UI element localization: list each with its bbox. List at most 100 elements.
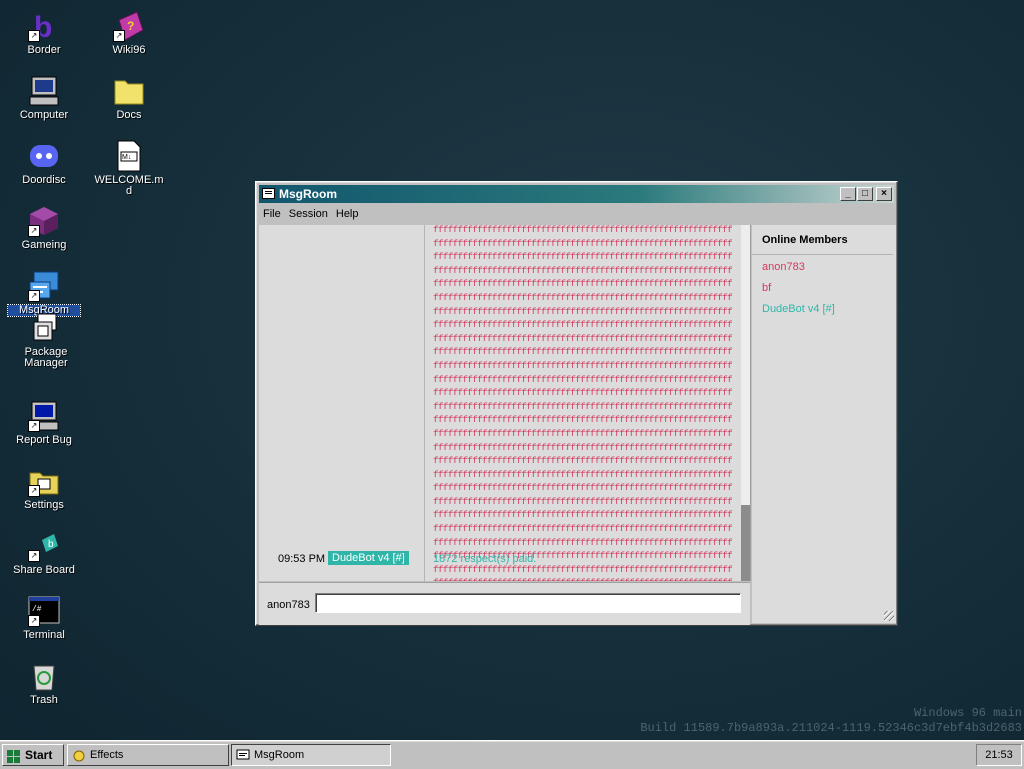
desktop-icon-docs[interactable]: Docs bbox=[93, 75, 165, 121]
desktop-icon-label: Border bbox=[27, 44, 61, 56]
window-controls: _ □ × bbox=[839, 187, 892, 201]
members-panel: Online Members anon783 bf DudeBot v4 [#] bbox=[752, 225, 896, 623]
menu-session[interactable]: Session bbox=[285, 208, 332, 220]
shortcut-arrow-icon: ↗ bbox=[28, 225, 40, 237]
taskbar-item-label: Effects bbox=[90, 749, 124, 761]
markdown-file-icon: M↓ bbox=[113, 140, 145, 172]
message-scrollbar[interactable] bbox=[741, 225, 750, 581]
shortcut-arrow-icon: ↗ bbox=[28, 550, 40, 562]
chat-window-icon bbox=[262, 188, 275, 199]
terminal-icon: /# ↗ bbox=[28, 595, 60, 627]
desktop-icon-share-board[interactable]: b ↗ Share Board bbox=[8, 530, 80, 576]
resize-grip[interactable] bbox=[884, 611, 894, 621]
msgroom-icon: ↗ bbox=[28, 270, 60, 302]
settings-folder-icon: ↗ bbox=[28, 465, 60, 497]
package-icon bbox=[30, 312, 62, 344]
desktop-icon-label: Gameing bbox=[21, 239, 67, 251]
start-button[interactable]: Start bbox=[2, 744, 64, 766]
desktop-icon-doordisc[interactable]: Doordisc bbox=[8, 140, 80, 186]
system-message-text: 1872 respect(s) paid. bbox=[433, 553, 537, 565]
svg-text:b: b bbox=[48, 539, 54, 550]
desktop-icon-label: Settings bbox=[24, 499, 64, 511]
scrollbar-thumb[interactable] bbox=[741, 505, 750, 581]
message-meta-column: 09:53 PM DudeBot v4 [#] bbox=[259, 225, 425, 581]
desktop-icon-computer[interactable]: Computer bbox=[8, 75, 80, 121]
taskbar-item-msgroom[interactable]: MsgRoom bbox=[231, 744, 391, 766]
minimize-icon: _ bbox=[845, 188, 851, 199]
shortcut-arrow-icon: ↗ bbox=[28, 485, 40, 497]
system-clock[interactable]: 21:53 bbox=[976, 744, 1022, 766]
maximize-button[interactable]: □ bbox=[857, 187, 873, 201]
desktop-icon-label: Share Board bbox=[13, 564, 75, 576]
desktop-icon-label: Terminal bbox=[23, 629, 65, 641]
maximize-icon: □ bbox=[861, 188, 869, 199]
menu-help[interactable]: Help bbox=[332, 208, 363, 220]
window-title: MsgRoom bbox=[279, 187, 337, 201]
desktop-icon-border[interactable]: b ↗ Border bbox=[8, 10, 80, 56]
message-author-badge[interactable]: DudeBot v4 [#] bbox=[328, 551, 409, 565]
member-item[interactable]: bf bbox=[752, 276, 896, 297]
member-item[interactable]: anon783 bbox=[752, 255, 896, 276]
desktop-icon-package-manager[interactable]: Package Manager bbox=[10, 312, 82, 369]
trash-icon bbox=[28, 660, 60, 692]
border-icon: b ↗ bbox=[28, 10, 60, 44]
wiki-book-icon: ? ↗ bbox=[113, 10, 145, 42]
share-board-icon: b ↗ bbox=[28, 530, 60, 562]
watermark-line-2: Build 11589.7b9a893a.211024-1119.52346c3… bbox=[640, 721, 1022, 735]
desktop-icon-label: Report Bug bbox=[16, 434, 72, 446]
desktop-icon-trash[interactable]: Trash bbox=[8, 660, 80, 706]
shortcut-arrow-icon: ↗ bbox=[113, 30, 125, 42]
doordisc-icon bbox=[28, 140, 60, 172]
msgroom-window: MsgRoom _ □ × File Session Help 09:53 PM… bbox=[255, 181, 898, 626]
desktop-icon-label: Doordisc bbox=[22, 174, 66, 186]
desktop-icon-settings[interactable]: ↗ Settings bbox=[8, 465, 80, 511]
start-label: Start bbox=[25, 748, 53, 762]
svg-text:?: ? bbox=[127, 19, 134, 33]
member-item[interactable]: DudeBot v4 [#] bbox=[752, 297, 896, 318]
desktop-icon-label: Wiki96 bbox=[112, 44, 146, 56]
shortcut-arrow-icon: ↗ bbox=[28, 30, 40, 42]
svg-text:/#: /# bbox=[32, 605, 42, 614]
chat-window-icon bbox=[236, 749, 250, 761]
minimize-button[interactable]: _ bbox=[840, 187, 856, 201]
start-logo-icon bbox=[7, 749, 20, 763]
menu-file[interactable]: File bbox=[259, 208, 285, 220]
svg-text:M↓: M↓ bbox=[122, 154, 131, 161]
watermark-line-1: Windows 96 main bbox=[913, 706, 1022, 720]
desktop-icon-gameing[interactable]: ↗ Gameing bbox=[8, 205, 80, 251]
window-titlebar[interactable]: MsgRoom _ □ × bbox=[259, 185, 894, 203]
members-title: Online Members bbox=[752, 225, 893, 255]
computer-icon bbox=[28, 75, 60, 107]
message-pane: 09:53 PM DudeBot v4 [#] ffffffffffffffff… bbox=[259, 225, 751, 581]
cube-icon: ↗ bbox=[28, 205, 60, 237]
folder-icon bbox=[113, 75, 145, 107]
close-button[interactable]: × bbox=[876, 187, 892, 201]
desktop-icon-label: Trash bbox=[30, 694, 58, 706]
desktop-icon-welcome-md[interactable]: M↓ WELCOME.md bbox=[93, 140, 165, 197]
message-timestamp: 09:53 PM bbox=[278, 553, 326, 565]
desktop-icon-label: Package Manager bbox=[24, 346, 68, 369]
desktop-icon-report-bug[interactable]: ↗ Report Bug bbox=[8, 400, 80, 446]
taskbar-item-label: MsgRoom bbox=[254, 749, 305, 761]
shortcut-arrow-icon: ↗ bbox=[28, 290, 40, 302]
desktop-icon-wiki96[interactable]: ? ↗ Wiki96 bbox=[93, 10, 165, 56]
spam-message-text: ffffffffffffffffffffffffffffffffffffffff… bbox=[433, 225, 733, 581]
close-icon: × bbox=[881, 188, 887, 199]
report-bug-icon: ↗ bbox=[28, 400, 60, 432]
effects-icon bbox=[72, 749, 85, 762]
current-nick: anon783 bbox=[267, 599, 310, 611]
desktop-icon-terminal[interactable]: /# ↗ Terminal bbox=[8, 595, 80, 641]
shortcut-arrow-icon: ↗ bbox=[28, 615, 40, 627]
desktop-icon-label: Computer bbox=[19, 109, 69, 121]
shortcut-arrow-icon: ↗ bbox=[28, 420, 40, 432]
menubar: File Session Help bbox=[259, 205, 894, 223]
message-list: ffffffffffffffffffffffffffffffffffffffff… bbox=[425, 225, 741, 581]
input-bar: anon783 bbox=[259, 582, 750, 625]
build-watermark: Windows 96 main Build 11589.7b9a893a.211… bbox=[640, 706, 1022, 736]
desktop-icon-msgroom[interactable]: ↗ MsgRoom bbox=[7, 270, 81, 317]
desktop-icon-label: WELCOME.md bbox=[94, 174, 164, 197]
message-input[interactable] bbox=[315, 593, 741, 613]
taskbar: Start Effects MsgRoom 21:53 bbox=[0, 740, 1024, 769]
desktop-icon-label: Docs bbox=[116, 109, 142, 121]
taskbar-item-effects[interactable]: Effects bbox=[67, 744, 229, 766]
